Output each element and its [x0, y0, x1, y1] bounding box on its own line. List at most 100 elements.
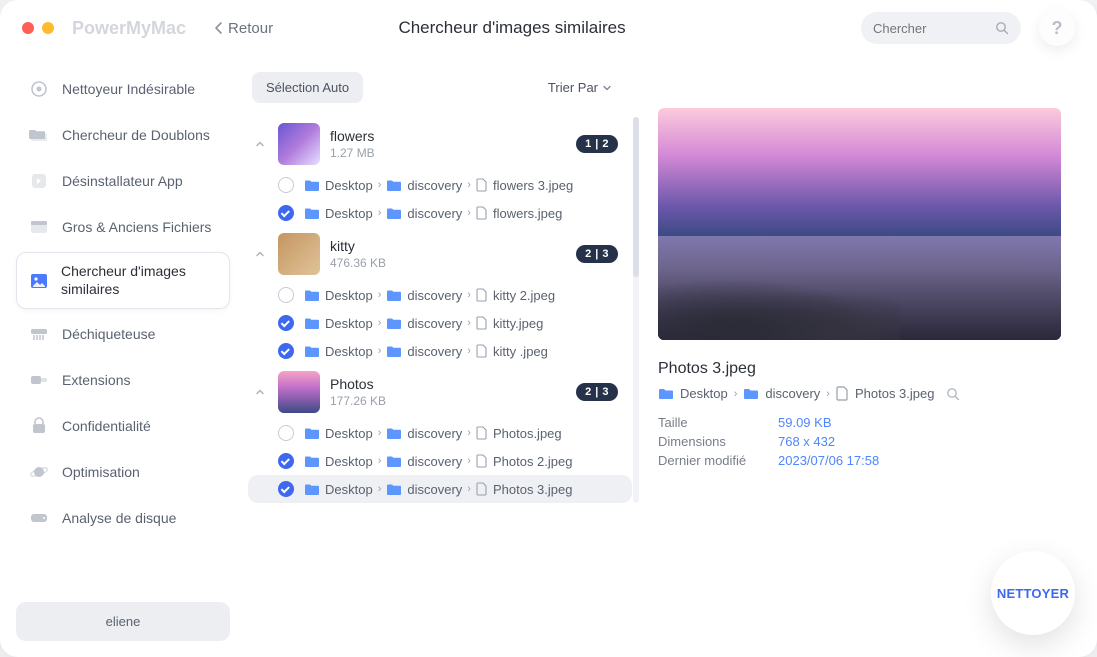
broom-icon	[28, 78, 50, 100]
file-icon	[836, 386, 849, 401]
sidebar-item-planet[interactable]: Optimisation	[16, 451, 230, 493]
file-row[interactable]: Desktop›discovery›Photos 2.jpeg	[248, 447, 632, 475]
help-button[interactable]: ?	[1039, 10, 1075, 46]
path-segment: discovery	[407, 288, 462, 303]
folder-icon	[304, 317, 320, 330]
minimize-window-icon[interactable]	[42, 22, 54, 34]
meta-size-value: 59.09 KB	[778, 415, 832, 430]
preview-path: Desktop › discovery › Photos 3.jpeg	[658, 386, 1061, 401]
sidebar-item-label: Optimisation	[62, 464, 140, 480]
checkbox[interactable]	[278, 177, 294, 193]
file-name: Photos 3.jpeg	[493, 482, 573, 497]
path-segment: discovery	[407, 344, 462, 359]
file-name: kitty .jpeg	[493, 344, 548, 359]
group-size: 476.36 KB	[330, 256, 386, 270]
file-row[interactable]: Desktop›discovery›Photos 3.jpeg	[248, 475, 632, 503]
chevron-down-icon	[602, 83, 612, 93]
folder-icon	[304, 345, 320, 358]
file-name: kitty.jpeg	[493, 316, 543, 331]
checkbox[interactable]	[278, 205, 294, 221]
shredder-icon	[28, 323, 50, 345]
file-icon	[476, 454, 488, 468]
file-icon	[476, 316, 488, 330]
path-segment: discovery	[407, 316, 462, 331]
sidebar-item-label: Nettoyeur Indésirable	[62, 81, 195, 97]
sidebar-item-label: Gros & Anciens Fichiers	[62, 219, 211, 235]
sidebar-item-broom[interactable]: Nettoyeur Indésirable	[16, 68, 230, 110]
collapse-button[interactable]	[248, 242, 272, 266]
search-input[interactable]	[873, 21, 983, 36]
file-name: flowers.jpeg	[493, 206, 562, 221]
sidebar-item-shredder[interactable]: Déchiqueteuse	[16, 313, 230, 355]
collapse-button[interactable]	[248, 132, 272, 156]
sidebar-item-lock[interactable]: Confidentialité	[16, 405, 230, 447]
file-row[interactable]: Desktop›discovery›Photos.jpeg	[248, 419, 632, 447]
plug-icon	[28, 369, 50, 391]
path-segment: Desktop	[325, 316, 373, 331]
search-field[interactable]	[861, 12, 1021, 44]
disk-icon	[28, 507, 50, 529]
checkbox[interactable]	[278, 425, 294, 441]
sidebar-item-label: Extensions	[62, 372, 130, 388]
planet-icon	[28, 461, 50, 483]
page-title: Chercheur d'images similaires	[163, 18, 861, 38]
sidebar-item-app[interactable]: Désinstallateur App	[16, 160, 230, 202]
group-badge: 1 | 2	[576, 135, 618, 153]
file-row[interactable]: Desktop›discovery›flowers 3.jpeg	[248, 171, 632, 199]
clean-button[interactable]: NETTOYER	[991, 551, 1075, 635]
folder-icon	[743, 387, 759, 401]
file-row[interactable]: Desktop›discovery›flowers.jpeg	[248, 199, 632, 227]
file-row[interactable]: Desktop›discovery›kitty 2.jpeg	[248, 281, 632, 309]
checkbox[interactable]	[278, 287, 294, 303]
group-size: 177.26 KB	[330, 394, 386, 408]
sidebar-item-box[interactable]: Gros & Anciens Fichiers	[16, 206, 230, 248]
checkbox[interactable]	[278, 453, 294, 469]
checkbox[interactable]	[278, 315, 294, 331]
close-window-icon[interactable]	[22, 22, 34, 34]
group-header[interactable]: flowers1.27 MB1 | 2	[248, 117, 632, 171]
sidebar-item-disk[interactable]: Analyse de disque	[16, 497, 230, 539]
folder-icon	[658, 387, 674, 401]
group-name: flowers	[330, 128, 375, 144]
folder-icon	[304, 179, 320, 192]
folder-icon	[304, 483, 320, 496]
file-row[interactable]: Desktop›discovery›kitty .jpeg	[248, 337, 632, 365]
path-segment: discovery	[407, 206, 462, 221]
group-thumbnail	[278, 233, 320, 275]
path-segment: Desktop	[325, 344, 373, 359]
folder-icon	[304, 289, 320, 302]
sort-by-button[interactable]: Trier Par	[548, 80, 612, 95]
reveal-in-finder-button[interactable]	[946, 387, 960, 401]
sidebar-item-folders[interactable]: Chercheur de Doublons	[16, 114, 230, 156]
path-segment: Desktop	[325, 206, 373, 221]
file-icon	[476, 482, 488, 496]
scrollbar-thumb[interactable]	[633, 117, 639, 277]
file-icon	[476, 426, 488, 440]
group-header[interactable]: Photos 177.26 KB 2 | 3	[248, 365, 632, 419]
folder-icon	[386, 317, 402, 330]
auto-select-button[interactable]: Sélection Auto	[252, 72, 363, 103]
search-icon	[995, 21, 1009, 35]
window-controls[interactable]	[22, 22, 54, 34]
group-name: kitty	[330, 238, 386, 254]
file-name: kitty 2.jpeg	[493, 288, 555, 303]
group-header[interactable]: kitty476.36 KB2 | 3	[248, 227, 632, 281]
path-segment: Desktop	[325, 454, 373, 469]
file-icon	[476, 288, 488, 302]
file-row[interactable]: Desktop›discovery›kitty.jpeg	[248, 309, 632, 337]
sidebar-item-image[interactable]: Chercheur d'images similaires	[16, 252, 230, 309]
group-badge: 2 | 3	[576, 383, 618, 401]
meta-size-label: Taille	[658, 415, 778, 430]
meta-mod-value: 2023/07/06 17:58	[778, 453, 879, 468]
checkbox[interactable]	[278, 343, 294, 359]
lock-icon	[28, 415, 50, 437]
sidebar-item-label: Chercheur de Doublons	[62, 127, 210, 143]
user-pill[interactable]: eliene	[16, 602, 230, 641]
folder-icon	[386, 427, 402, 440]
checkbox[interactable]	[278, 481, 294, 497]
sidebar-item-plug[interactable]: Extensions	[16, 359, 230, 401]
sidebar: Nettoyeur Indésirable Chercheur de Doublo…	[0, 56, 240, 657]
collapse-button[interactable]	[248, 380, 272, 404]
group-name: Photos	[330, 376, 386, 392]
folder-icon	[386, 207, 402, 220]
